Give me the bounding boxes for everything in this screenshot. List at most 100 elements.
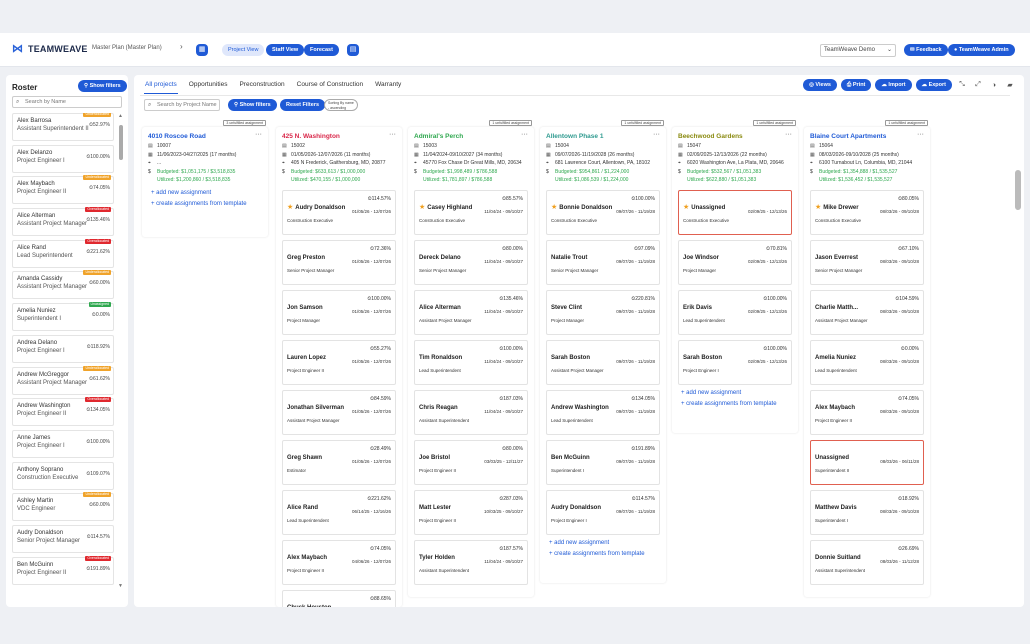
- assignment-card[interactable]: Ben McGuinn ⏲191.89% Superintendent I 09/07…: [546, 439, 660, 485]
- assignment-card[interactable]: Charlie Matth... ⏲104.59% Assistant Projec…: [810, 289, 924, 335]
- assignment-card[interactable]: Alex Maybach ⏲74.05% Project Engineer II 08…: [810, 389, 924, 435]
- workspace-select[interactable]: TeamWeave Demo ⌄: [820, 44, 896, 57]
- add-assignment-link[interactable]: + add new assignment: [540, 535, 666, 546]
- roster-person[interactable]: Andrew Washington Project Engineer II ⏲134…: [12, 397, 114, 427]
- assignment-card[interactable]: Chuck Houston ⏲88.65%: [282, 589, 396, 607]
- assignment-card[interactable]: Jonathan Silverman ⏲84.59% Assistant Proje…: [282, 389, 396, 435]
- more-icon[interactable]: ···: [521, 131, 528, 138]
- assignment-card[interactable]: Andrew Washington ⏲134.05% Lead Superinten…: [546, 389, 660, 435]
- tab-1[interactable]: Opportunities: [188, 79, 229, 94]
- assignment-card[interactable]: Joe Windsor ⏲70.81% Project Manager 02/09/2…: [678, 239, 792, 285]
- roster-person[interactable]: Audry Donaldson Senior Project Manager ⏲11…: [12, 524, 114, 553]
- add-assignment-link[interactable]: + add new assignment: [142, 185, 268, 196]
- more-icon[interactable]: ···: [653, 131, 660, 138]
- main-scrollbar[interactable]: [1015, 170, 1021, 210]
- scroll-up-icon[interactable]: ▲: [118, 113, 123, 119]
- roster-person[interactable]: Ben McGuinn Project Engineer II ⏲191.89% Ov…: [12, 555, 114, 585]
- assignment-card[interactable]: Alice Alterman ⏲135.46% Assistant Project …: [414, 289, 528, 335]
- create-from-template-link[interactable]: + create assignments from template: [540, 546, 666, 557]
- roster-person[interactable]: Alice Alterman Assistant Project Manager ⏲…: [12, 207, 114, 237]
- roster-person[interactable]: Alice Rand Lead Superintendent ⏲221.62% Ove…: [12, 238, 114, 268]
- assignment-card[interactable]: Greg Preston ⏲72.36% Senior Project Manage…: [282, 239, 396, 285]
- roster-person[interactable]: Andrea Delano Project Engineer I ⏲118.92%: [12, 334, 114, 363]
- roster-person[interactable]: Andrew McGreggor Assistant Project Manage…: [12, 365, 114, 395]
- project-title[interactable]: 425 N. Washington: [276, 127, 402, 142]
- more-icon[interactable]: ···: [917, 131, 924, 138]
- roster-person[interactable]: Anne James Project Engineer I ⏲100.00%: [12, 429, 114, 458]
- create-from-template-link[interactable]: + create assignments from template: [142, 196, 268, 207]
- roster-scrollbar[interactable]: ▲ ▼: [118, 113, 124, 603]
- roster-show-filters-button[interactable]: ⚲ Show filters: [78, 80, 127, 92]
- project-title[interactable]: Allentown Phase 1: [540, 127, 666, 142]
- views-button[interactable]: ◎ Views: [803, 79, 837, 91]
- assignment-card[interactable]: Amelia Nuniez ⏲0.00% Lead Superintendent 08…: [810, 339, 924, 385]
- assignment-card[interactable]: ★ Casey Highland ⏲85.57% Construction Exec…: [414, 189, 528, 235]
- assignment-card[interactable]: Tyler Holden ⏲187.57% Assistant Superinten…: [414, 539, 528, 585]
- tab-2[interactable]: Preconstruction: [238, 79, 285, 94]
- more-icon[interactable]: ···: [785, 131, 792, 138]
- assignment-card[interactable]: Sarah Boston Assistant Project Manager 09/…: [546, 339, 660, 385]
- document-icon[interactable]: ▤: [347, 44, 359, 56]
- tab-4[interactable]: Warranty: [374, 79, 402, 94]
- roster-person[interactable]: Ashley Martin VDC Engineer ⏲60.00% Underall…: [12, 492, 114, 522]
- create-from-template-link[interactable]: + create assignments from template: [672, 396, 798, 407]
- assignment-card[interactable]: Lauren Lopez ⏲55.27% Project Engineer II 01…: [282, 339, 396, 385]
- show-filters-button[interactable]: ⚲ Show filters: [228, 99, 277, 111]
- assignment-card[interactable]: Donnie Suitland ⏲26.69% Assistant Superint…: [810, 539, 924, 585]
- assignment-card[interactable]: Unassigned Superintendent II 08/03/26 - 06…: [810, 439, 924, 485]
- more-icon[interactable]: ···: [255, 131, 262, 138]
- eye-off-icon[interactable]: ◑: [988, 82, 1000, 89]
- feedback-button[interactable]: ✉ Feedback: [904, 44, 948, 56]
- assignment-card[interactable]: ★ Unassigned Construction Executive 02/09/…: [678, 189, 792, 235]
- assignment-card[interactable]: Joe Bristol ⏲80.00% Project Engineer II 03/…: [414, 439, 528, 485]
- expand-icon[interactable]: ⤢: [972, 81, 984, 89]
- admin-button[interactable]: ● TeamWeave Admin: [948, 44, 1015, 56]
- roster-person[interactable]: Alex Barrosa Assistant Superintendent II ⏲…: [12, 113, 114, 141]
- project-title[interactable]: Admiral's Perch: [408, 127, 534, 142]
- reset-filters-button[interactable]: Reset Filters: [280, 99, 326, 111]
- assignment-card[interactable]: Natalie Trout ⏲97.09% Senior Project Manag…: [546, 239, 660, 285]
- assignment-card[interactable]: Matthew Davis ⏲18.92% Superintendent I 08/0…: [810, 489, 924, 535]
- assignment-card[interactable]: Greg Shawn ⏲28.49% Estimator 01/05/26 - 12/…: [282, 439, 396, 485]
- sort-pill[interactable]: Sorting By name - ascending: [324, 99, 358, 111]
- roster-person[interactable]: Alex Delanzo Project Engineer I ⏲100.00%: [12, 144, 114, 173]
- assignment-card[interactable]: ★ Audry Donaldson ⏲114.57% Construction Ex…: [282, 189, 396, 235]
- assignment-card[interactable]: Jon Samson ⏲100.00% Project Manager 01/05/2…: [282, 289, 396, 335]
- assignment-card[interactable]: Dereck Delano ⏲80.00% Senior Project Manag…: [414, 239, 528, 285]
- assignment-card[interactable]: ★ Mike Drewer ⏲80.05% Construction Executi…: [810, 189, 924, 235]
- scroll-thumb[interactable]: [119, 125, 123, 160]
- roster-person[interactable]: Anthony Soprano Construction Executive ⏲10…: [12, 461, 114, 490]
- project-search-input[interactable]: ⌕ Search by Project Name: [144, 99, 220, 111]
- scroll-down-icon[interactable]: ▼: [118, 583, 123, 589]
- assignment-card[interactable]: Sarah Boston ⏲100.00% Project Engineer I 02…: [678, 339, 792, 385]
- tab-0[interactable]: All projects: [144, 79, 178, 94]
- assignment-card[interactable]: Tim Ronaldson ⏲100.00% Lead Superintendent…: [414, 339, 528, 385]
- roster-person[interactable]: Amanda Cassidy Assistant Project Manager ⏲…: [12, 270, 114, 300]
- assignment-card[interactable]: Erik Davis ⏲100.00% Lead Superintendent 02/…: [678, 289, 792, 335]
- roster-search-input[interactable]: ⌕ Search by Name: [12, 96, 122, 108]
- collapse-icon[interactable]: ⤡: [956, 81, 968, 89]
- roster-person[interactable]: Alex Maybach Project Engineer II ⏲74.05% Un…: [12, 175, 114, 205]
- print-button[interactable]: ⎙ Print: [840, 79, 872, 91]
- import-button[interactable]: ☁ Import: [875, 79, 912, 91]
- tag-icon[interactable]: ▰: [1004, 81, 1016, 89]
- assignment-card[interactable]: Chris Reagan ⏲187.03% Assistant Superinten…: [414, 389, 528, 435]
- assignment-card[interactable]: Steve Clint ⏲220.81% Project Manager 09/07/…: [546, 289, 660, 335]
- staff-view-button[interactable]: Staff View: [266, 44, 305, 56]
- project-view-button[interactable]: Project View: [222, 44, 265, 56]
- assignment-card[interactable]: Jason Everrest ⏲67.10% Senior Project Mana…: [810, 239, 924, 285]
- assignment-card[interactable]: ★ Bonnie Donaldson ⏲100.00% Construction E…: [546, 189, 660, 235]
- forecast-button[interactable]: Forecast: [304, 44, 339, 56]
- project-title[interactable]: Beechwood Gardens: [672, 127, 798, 142]
- export-button[interactable]: ☁ Export: [915, 79, 952, 91]
- tab-3[interactable]: Course of Construction: [296, 79, 364, 94]
- plan-selector[interactable]: Master Plan (Master Plan): [92, 45, 162, 51]
- assignment-card[interactable]: Audry Donaldson ⏲114.57% Project Engineer …: [546, 489, 660, 535]
- more-icon[interactable]: ···: [389, 131, 396, 138]
- add-assignment-link[interactable]: + add new assignment: [672, 385, 798, 396]
- project-title[interactable]: Blaine Court Apartments: [804, 127, 930, 142]
- assignment-card[interactable]: Matt Lester ⏲287.03% Project Engineer II 10…: [414, 489, 528, 535]
- assignment-card[interactable]: Alice Rand ⏲221.62% Lead Superintendent 06/…: [282, 489, 396, 535]
- roster-person[interactable]: Amelia Nuniez Superintendent I ⏲0.00% Unass…: [12, 302, 114, 332]
- chevron-right-icon[interactable]: ›: [180, 42, 183, 51]
